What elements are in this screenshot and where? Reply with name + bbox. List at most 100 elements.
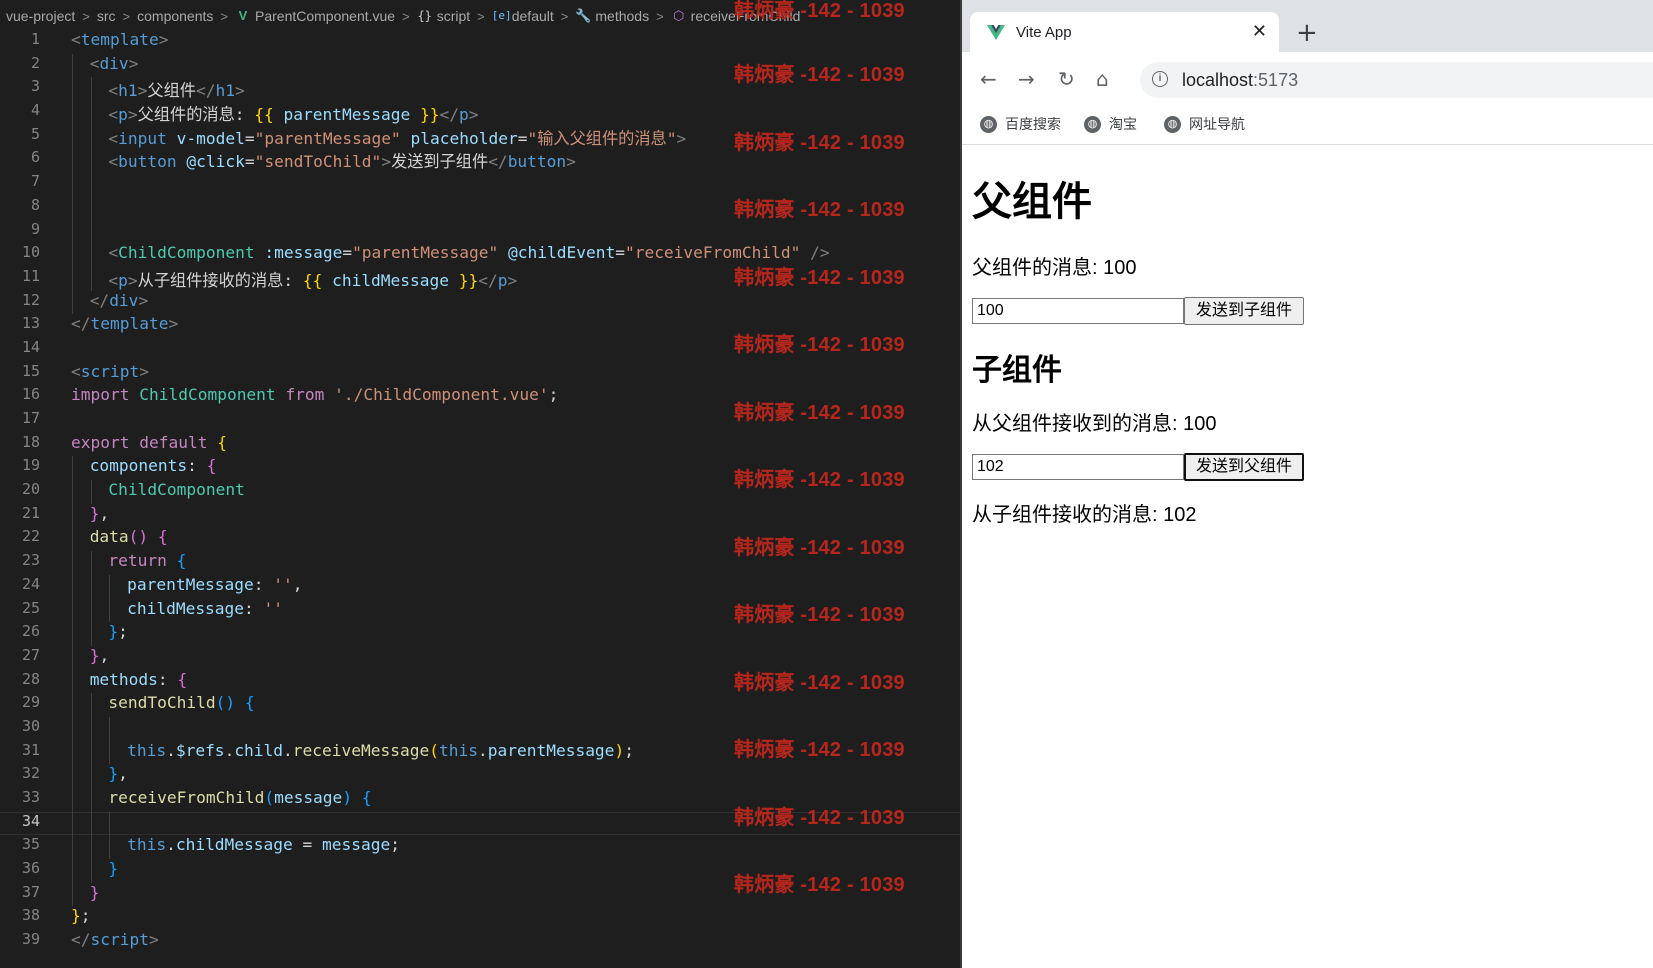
- indent-guide: [72, 811, 73, 836]
- code-line[interactable]: 24 parentMessage: '',: [0, 574, 960, 599]
- code-token: ;: [548, 385, 559, 405]
- code-token: />: [810, 243, 830, 263]
- code-line[interactable]: 21},: [0, 503, 960, 528]
- code-token: {{: [302, 270, 333, 290]
- watermark-text: 韩炳豪 -142 - 1039: [734, 0, 905, 22]
- reload-icon[interactable]: ↻: [1058, 68, 1075, 90]
- code-text: return {: [108, 551, 186, 570]
- code-token: this: [127, 740, 167, 760]
- code-editor[interactable]: vue-project > src > components > V Parent…: [0, 0, 960, 968]
- breadcrumb-item-project[interactable]: vue-project: [6, 8, 75, 24]
- code-token: }: [108, 622, 119, 642]
- cube-icon: ⬡: [672, 8, 685, 23]
- code-token: }: [108, 859, 119, 879]
- code-token: ;: [118, 622, 128, 642]
- code-line[interactable]: 29 sendToChild() {: [0, 693, 960, 717]
- breadcrumb-item-methods[interactable]: 🔧 methods: [575, 8, 649, 24]
- code-token: ;: [80, 906, 91, 926]
- line-number: 3: [30, 77, 40, 96]
- address-bar[interactable]: i localhost:5173: [1140, 62, 1653, 98]
- bookmark-nav[interactable]: ◍ 网址导航: [1164, 114, 1245, 134]
- code-line[interactable]: 32},: [0, 764, 960, 788]
- code-text: import ChildComponent from './ChildCompo…: [71, 385, 558, 404]
- line-number: 32: [21, 764, 40, 783]
- code-token: :: [157, 669, 178, 689]
- code-token: {: [244, 693, 255, 713]
- send-to-parent-button[interactable]: 发送到父组件: [1184, 453, 1304, 481]
- line-number: 27: [21, 645, 40, 664]
- indent-guide: [72, 503, 73, 528]
- close-icon[interactable]: ✕: [1252, 22, 1267, 42]
- code-line[interactable]: 38};: [0, 906, 960, 930]
- indent-guide: [72, 480, 73, 504]
- indent-guide: [72, 693, 73, 717]
- code-token: >: [566, 152, 576, 172]
- code-text: }: [108, 859, 118, 878]
- indent-guide: [72, 882, 73, 907]
- breadcrumb-item-components[interactable]: components: [137, 8, 213, 24]
- line-number: 34: [21, 811, 40, 830]
- code-text: parentMessage: '',: [127, 575, 302, 594]
- code-line[interactable]: 39 </script>: [0, 930, 960, 954]
- breadcrumb-item-file[interactable]: V ParentComponent.vue: [235, 8, 395, 24]
- indent-guide: [90, 101, 92, 125]
- forward-arrow-icon[interactable]: →: [1018, 68, 1035, 90]
- code-token: >: [138, 290, 149, 310]
- new-tab-button[interactable]: +: [1296, 20, 1318, 46]
- code-token: p: [118, 270, 128, 290]
- indent-guide: [90, 195, 92, 220]
- browser-tab[interactable]: Vite App ✕: [970, 12, 1279, 52]
- watermark-text: 韩炳豪 -142 - 1039: [734, 334, 905, 356]
- send-to-child-button[interactable]: 发送到子组件: [1184, 297, 1304, 325]
- indent-guide: [72, 645, 73, 670]
- child-message-input[interactable]: [972, 454, 1184, 480]
- code-line[interactable]: 9: [0, 219, 960, 244]
- back-arrow-icon[interactable]: ←: [980, 68, 997, 90]
- breadcrumb-item-src[interactable]: src: [97, 8, 116, 24]
- indent-guide: [109, 811, 111, 836]
- code-token: {: [361, 788, 372, 807]
- code-line[interactable]: 15 <script>: [0, 362, 960, 386]
- code-line[interactable]: 4 <p>父组件的消息: {{ parentMessage }}</p>: [0, 101, 960, 125]
- code-line[interactable]: 35 this.childMessage = message;: [0, 835, 960, 860]
- code-line[interactable]: 1 <template>: [0, 30, 960, 54]
- indent-guide: [72, 124, 73, 149]
- bookmark-baidu[interactable]: ◍ 百度搜索: [980, 114, 1061, 134]
- line-number: 6: [30, 148, 40, 167]
- info-icon[interactable]: i: [1152, 71, 1168, 87]
- parent-message-input[interactable]: [972, 298, 1184, 324]
- code-token: .: [283, 740, 293, 760]
- code-line[interactable]: 18 export default {: [0, 433, 960, 457]
- indent-guide: [72, 266, 73, 291]
- child-received-text: 从父组件接收到的消息: 100: [972, 413, 1217, 435]
- indent-guide: [90, 693, 92, 717]
- chevron-right-icon: >: [220, 8, 228, 24]
- line-number: 35: [21, 835, 40, 854]
- code-text: },: [90, 504, 110, 523]
- code-text: <template>: [71, 30, 168, 49]
- watermark-text: 韩炳豪 -142 - 1039: [734, 807, 905, 829]
- breadcrumb-item-script[interactable]: {} script: [417, 8, 470, 24]
- code-token: =: [244, 128, 255, 148]
- line-number: 29: [21, 693, 40, 712]
- browser-window: Vite App ✕ + ← → ↻ ⌂ i localhost:5173 ◍ 百…: [960, 0, 1653, 968]
- code-token: .: [477, 740, 488, 760]
- line-number: 22: [21, 527, 40, 546]
- code-text: <p>从子组件接收的消息: {{ childMessage }}</p>: [108, 267, 517, 291]
- bookmark-taobao[interactable]: ◍ 淘宝: [1084, 114, 1137, 134]
- code-token: >: [507, 270, 518, 290]
- indent-guide: [109, 740, 111, 765]
- code-token: ;: [390, 835, 401, 855]
- code-token: <: [108, 81, 119, 101]
- chevron-right-icon: >: [477, 8, 485, 24]
- line-number: 17: [21, 409, 40, 427]
- breadcrumb-item-default[interactable]: [e] default: [492, 8, 554, 24]
- code-token: @childEvent: [508, 243, 616, 263]
- indent-guide: [72, 456, 73, 481]
- code-line[interactable]: 12 </div>: [0, 290, 960, 315]
- home-icon[interactable]: ⌂: [1096, 68, 1109, 90]
- indent-guide: [72, 740, 73, 765]
- code-token: childMessage: [332, 270, 450, 290]
- watermark-text: 韩炳豪 -142 - 1039: [734, 537, 905, 559]
